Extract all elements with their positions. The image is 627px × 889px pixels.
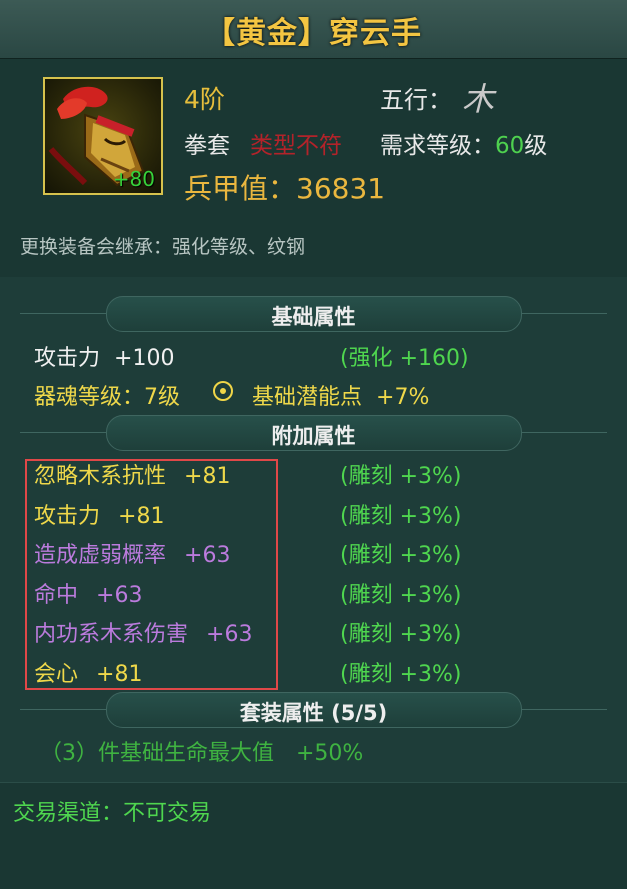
trade-channel: 交易渠道：不可交易 — [13, 801, 212, 826]
wuxing-label: 五行： — [380, 86, 452, 114]
potential-value: +7% — [376, 385, 430, 410]
potential-row: 基础潜能点 +7% — [252, 379, 429, 411]
item-tooltip-panel: 【黄金】穿云手 +80 4阶 五行： 木 拳套 类型不符 需求等级：60级 兵甲… — [0, 0, 627, 889]
required-level-label: 需求等级： — [380, 133, 495, 159]
required-level-value: 60 — [495, 133, 525, 159]
armor-value: 兵甲值：36831 — [184, 167, 385, 207]
engrave-bonus: (雕刻 +3%) — [340, 504, 462, 529]
basic-section-title: 基础属性 — [271, 305, 356, 329]
set-section-title: 套装属性 (5/5) — [239, 701, 388, 725]
inherit-note: 更换装备会继承：强化等级、纹钢 — [20, 236, 306, 258]
basic-attack-label: 攻击力 — [34, 346, 101, 371]
extra-section-title: 附加属性 — [271, 424, 356, 448]
item-icon: +80 — [43, 77, 163, 195]
type-mismatch-warning: 类型不符 — [250, 133, 342, 159]
item-rank: 4阶 — [184, 85, 225, 114]
armor-number: 36831 — [296, 172, 386, 205]
soul-level: 器魂等级：7级 — [34, 385, 180, 410]
engrave-bonus: (雕刻 +3%) — [340, 583, 462, 608]
required-level-unit: 级 — [524, 133, 548, 159]
enhance-bonus: (强化 +160) — [340, 346, 469, 371]
engrave-bonus: (雕刻 +3%) — [340, 543, 462, 568]
basic-attack-value: +100 — [114, 346, 175, 371]
bullet-icon — [213, 381, 233, 401]
item-title: 【黄金】穿云手 — [205, 16, 422, 51]
item-type: 拳套 — [184, 133, 230, 159]
highlight-box — [25, 459, 278, 690]
basic-attack-row: 攻击力 +100 — [34, 340, 174, 372]
engrave-bonus: (雕刻 +3%) — [340, 464, 462, 489]
potential-label: 基础潜能点 — [252, 385, 363, 410]
set-bonus: （3）件基础生命最大值 +50% — [40, 741, 364, 766]
enhance-level-badge: +80 — [112, 167, 155, 191]
tooltip-header: 【黄金】穿云手 — [0, 0, 627, 59]
engrave-bonus: (雕刻 +3%) — [340, 662, 462, 687]
armor-label: 兵甲值： — [184, 172, 297, 205]
wood-element-icon: 木 — [462, 80, 495, 118]
engrave-bonus: (雕刻 +3%) — [340, 622, 462, 647]
required-level: 需求等级：60级 — [380, 126, 547, 160]
